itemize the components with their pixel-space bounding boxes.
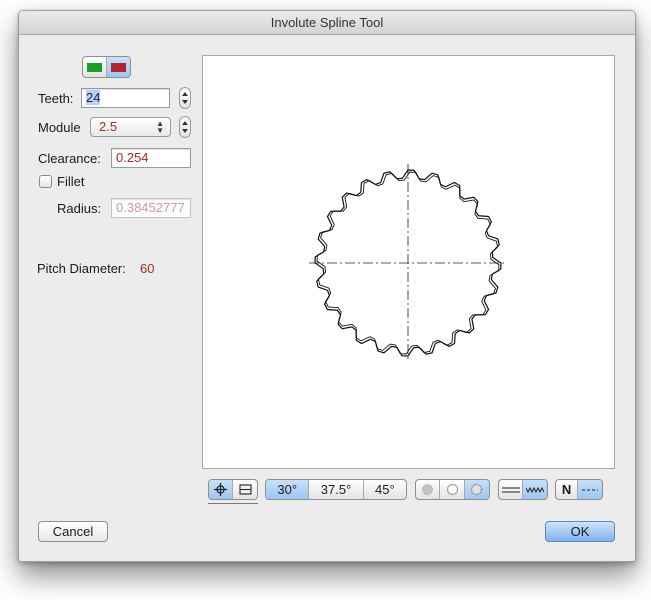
spec-option-dash[interactable] xyxy=(578,480,602,499)
profile-zigzag[interactable] xyxy=(523,480,547,499)
spec-control[interactable]: N xyxy=(555,479,603,500)
popup-arrows-icon: ▲ ▼ xyxy=(156,119,164,135)
fit-type-option-3[interactable] xyxy=(464,480,489,499)
teeth-field[interactable]: 24 xyxy=(81,88,170,108)
stepper-down-icon xyxy=(182,129,188,133)
spline-preview xyxy=(202,55,615,469)
crosshair-icon xyxy=(214,483,227,496)
stepper-up-icon xyxy=(182,92,188,96)
stepper-up-icon xyxy=(182,121,188,125)
pitch-diameter-label: Pitch Diameter: xyxy=(37,261,126,276)
circle-icon xyxy=(446,483,458,496)
window-title: Involute Spline Tool xyxy=(19,11,635,35)
view-mode-section[interactable] xyxy=(233,480,257,499)
ok-button[interactable]: OK xyxy=(545,521,615,542)
module-value: 2.5 xyxy=(99,119,118,134)
module-label: Module xyxy=(38,120,81,135)
straight-lines-icon xyxy=(501,486,520,493)
profile-control[interactable] xyxy=(498,479,548,500)
pressure-angle-30[interactable]: 30° xyxy=(266,480,310,499)
view-mode-center[interactable] xyxy=(209,480,234,499)
fillet-checkbox[interactable] xyxy=(39,175,52,188)
teeth-label: Teeth: xyxy=(38,91,74,106)
pitch-diameter-value: 60 xyxy=(140,261,155,276)
color-toggle[interactable] xyxy=(82,56,131,78)
fit-type-option-1[interactable] xyxy=(416,480,441,499)
gear-outline-icon xyxy=(471,483,483,496)
fillet-label: Fillet xyxy=(57,174,85,189)
color-swatch-red[interactable] xyxy=(106,57,130,77)
gear-small-icon xyxy=(422,484,434,495)
profile-straight[interactable] xyxy=(499,480,524,499)
radius-field[interactable]: 0.38452777 xyxy=(111,198,191,218)
view-mode-control[interactable] xyxy=(208,479,258,500)
pressure-angle-45[interactable]: 45° xyxy=(364,480,406,499)
color-swatch-green[interactable] xyxy=(83,57,107,77)
module-popup[interactable]: 2.5 ▲ ▼ xyxy=(90,117,171,137)
section-icon xyxy=(238,484,252,495)
zigzag-icon xyxy=(526,486,544,493)
red-swatch-icon xyxy=(110,62,126,72)
clearance-label: Clearance: xyxy=(38,151,101,166)
radius-label: Radius: xyxy=(57,201,102,216)
pressure-angle-control[interactable]: 30° 37.5° 45° xyxy=(265,479,407,500)
pressure-angle-37-5[interactable]: 37.5° xyxy=(309,480,364,499)
fit-type-control[interactable] xyxy=(415,479,490,500)
module-stepper[interactable] xyxy=(179,116,191,138)
involute-spline-dialog: Involute Spline Tool Teeth: 24 Module 2.… xyxy=(18,10,636,562)
view-mode-underline xyxy=(208,503,258,504)
clearance-field[interactable]: 0.254 xyxy=(111,148,191,168)
dash-line-icon xyxy=(582,488,599,491)
fit-type-option-2[interactable] xyxy=(440,480,465,499)
green-swatch-icon xyxy=(86,62,102,72)
teeth-stepper[interactable] xyxy=(179,87,191,109)
stepper-down-icon xyxy=(182,100,188,104)
cancel-button[interactable]: Cancel xyxy=(38,521,108,542)
spline-drawing xyxy=(309,164,507,361)
spec-option-n[interactable]: N xyxy=(556,480,579,499)
